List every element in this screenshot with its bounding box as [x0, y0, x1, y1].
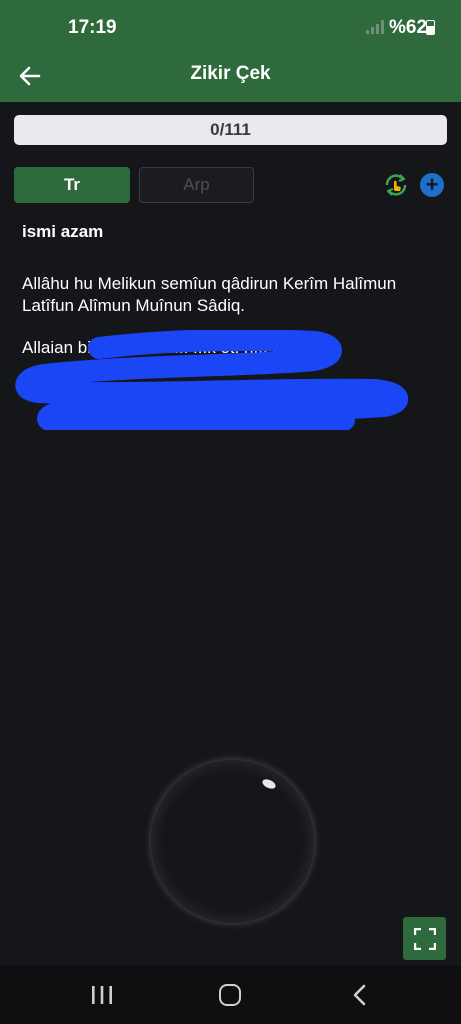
plus-icon: + [425, 172, 439, 197]
progress-count: 0/111 [210, 120, 251, 139]
counter-glint [260, 777, 278, 791]
nav-back-icon[interactable] [350, 984, 370, 1006]
tab-tr[interactable]: Tr [14, 167, 130, 203]
status-bar: 17:19 %62 [0, 0, 461, 52]
add-zikir-button[interactable]: + [420, 173, 444, 197]
zikir-progress-bar: 0/111 [14, 115, 447, 145]
zikir-name: ismi azam [22, 222, 104, 241]
signal-icon [366, 20, 384, 34]
redaction-scribble [15, 330, 409, 430]
page-title: Zikir Çek [190, 63, 271, 84]
refresh-hand-icon[interactable] [383, 172, 409, 198]
recents-icon[interactable] [90, 986, 114, 1004]
zikir-text: Allâhu hu Melikun semîun qâdirun Kerîm H… [22, 274, 397, 315]
fullscreen-button[interactable] [403, 917, 446, 960]
home-icon[interactable] [219, 984, 241, 1006]
app-bar: Zikir Çek [0, 52, 461, 102]
status-time: 17:19 [68, 17, 117, 38]
battery-icon [426, 20, 435, 35]
tab-arp[interactable]: Arp [139, 167, 254, 203]
battery-percent: %62 [389, 17, 428, 38]
fullscreen-icon [413, 927, 436, 950]
system-nav-bar [0, 966, 461, 1024]
zikir-counter-button[interactable] [151, 760, 314, 923]
